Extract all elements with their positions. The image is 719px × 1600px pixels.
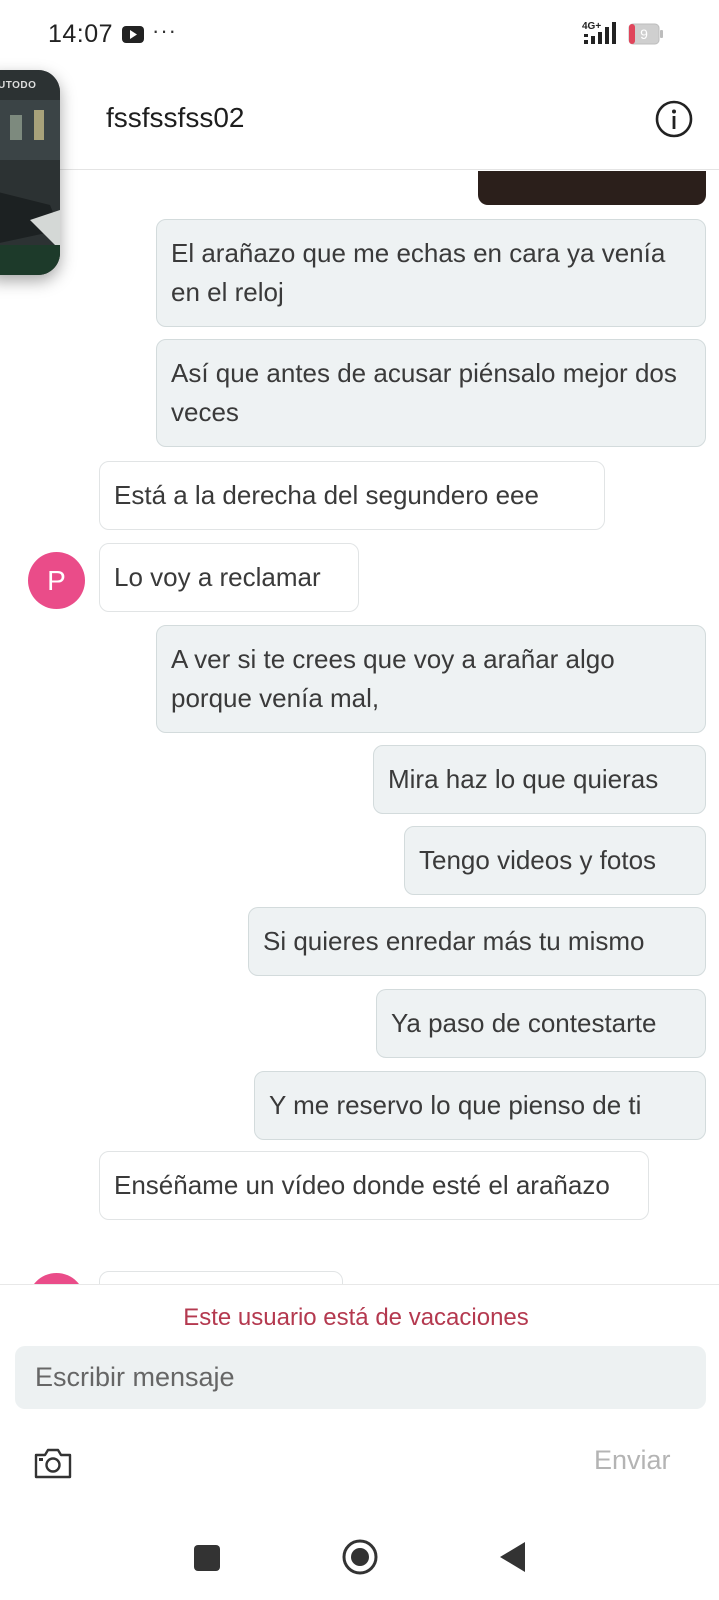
camera-icon[interactable] [33,1445,73,1481]
avatar[interactable]: P [28,552,85,609]
avatar[interactable]: P [28,1273,85,1284]
youtube-icon [122,26,144,43]
system-nav-bar [0,1520,719,1600]
back-button[interactable] [497,1540,527,1574]
home-button[interactable] [341,1538,379,1576]
message-bubble-outgoing: Y me reservo lo que pienso de ti [254,1071,706,1140]
message-bubble-outgoing: Ya paso de contestarte [376,989,706,1058]
message-bubble-outgoing: Si quieres enredar más tu mismo [248,907,706,976]
status-time: 14:07 [48,20,114,48]
message-bubble-incoming: Lo voy a reclamar [99,543,359,612]
battery-icon: 9 [628,23,663,45]
send-button[interactable]: Enviar [594,1445,671,1476]
signal-icon: 4G+ [582,21,616,44]
chat-title: fssfssfss02 [106,102,245,133]
vacation-notice: Este usuario está de vacaciones [183,1304,529,1331]
status-bar: 14:07 ··· 4G+ 9 [0,0,719,70]
message-bubble-outgoing: Así que antes de acusar piénsalo mejor d… [156,339,706,447]
message-bubble-incoming: Enséñame un vídeo donde esté el arañazo [99,1151,649,1220]
pip-video-overlay[interactable]: UTODO [0,70,60,275]
pip-label: UTODO [0,80,37,91]
message-bubble-outgoing: Tengo videos y fotos [404,826,706,895]
info-icon[interactable] [655,100,693,138]
message-input[interactable] [15,1346,706,1409]
message-bubble-incoming: Está a la derecha del segundero eee [99,461,605,530]
network-type: 4G+ [582,21,601,32]
message-bubble-outgoing: A ver si te crees que voy a arañar algo … [156,625,706,733]
message-bubble-incoming-partial [99,1271,343,1284]
message-list[interactable]: El arañazo que me echas en cara ya venía… [0,171,719,1284]
more-dots-icon: ··· [152,18,177,43]
message-bubble-outgoing: El arañazo que me echas en cara ya venía… [156,219,706,327]
chat-header: fssfssfss02 [0,70,719,170]
image-attachment[interactable] [478,171,706,205]
battery-level: 9 [640,26,648,42]
pip-video-frame [0,70,60,275]
message-bubble-outgoing: Mira haz lo que quieras [373,745,706,814]
recents-button[interactable] [194,1545,220,1571]
